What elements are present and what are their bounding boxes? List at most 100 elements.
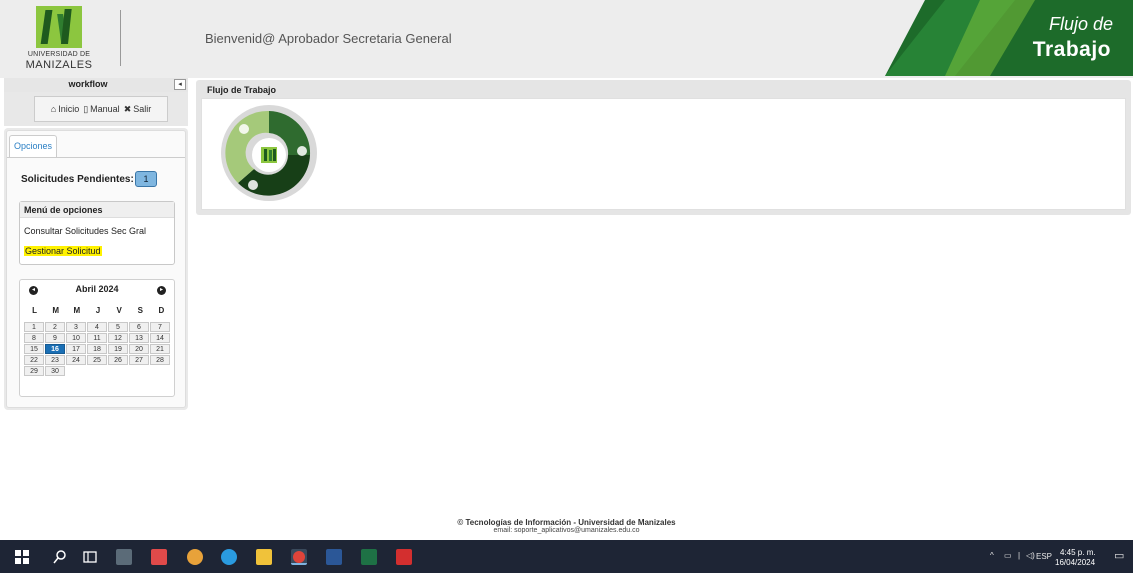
logo-text-line2: MANIZALES: [25, 59, 93, 71]
battery-icon[interactable]: |: [1018, 551, 1020, 560]
tab-divider: [7, 157, 185, 158]
calendar-day[interactable]: 2: [45, 322, 65, 332]
calendar-day[interactable]: 1: [24, 322, 44, 332]
welcome-message: Bienvenid@ Aprobador Secretaria General: [205, 31, 452, 46]
footer-email: email: soporte_aplicativos@umanizales.ed…: [493, 527, 640, 534]
calendar-day[interactable]: 12: [108, 333, 128, 343]
calendar-day[interactable]: 9: [45, 333, 65, 343]
nav-manual-link[interactable]: ▯ Manual: [83, 104, 119, 115]
calendar-day[interactable]: 7: [150, 322, 170, 332]
flujo-de-trabajo-banner: Flujo de Trabajo: [885, 0, 1133, 76]
calendar-days-grid: 1 2 3 4 5 6 7 8 9 10 11 12 13 14 15 16 17 18 19 20 21 22 23 24 2…: [24, 322, 172, 376]
left-panel: workflow ◂ ⌂ Inicio ▯ Manual ✖ Salir Opc…: [4, 78, 188, 410]
calendar-day[interactable]: 21: [150, 344, 170, 354]
weekday-label: J: [95, 306, 101, 315]
calendar-day[interactable]: 4: [87, 322, 107, 332]
university-logo: UNIVERSIDAD DE MANIZALES: [18, 6, 100, 72]
chrome-icon[interactable]: [291, 549, 307, 565]
weekday-label: S: [137, 306, 143, 315]
calendar-day[interactable]: 28: [150, 355, 170, 365]
calendar-day[interactable]: 22: [24, 355, 44, 365]
volume-icon[interactable]: ◁): [1026, 551, 1035, 560]
calendar-day[interactable]: 26: [108, 355, 128, 365]
calendar-day[interactable]: 6: [129, 322, 149, 332]
options-panel-body: Opciones Solicitudes Pendientes: 1 Menú …: [6, 130, 186, 408]
calendar-day[interactable]: 3: [66, 322, 86, 332]
footer-copyright: © Tecnologías de Información - Universid…: [457, 518, 676, 527]
nav-salir-link[interactable]: ✖ Salir: [124, 104, 152, 115]
clock-time[interactable]: 4:45 p. m.: [1060, 548, 1096, 557]
calendar-day-today[interactable]: 16: [45, 344, 65, 354]
calendar-day[interactable]: 11: [87, 333, 107, 343]
nav-inicio-label: Inicio: [58, 104, 80, 114]
file-explorer-icon[interactable]: [256, 549, 272, 565]
logo-text-line1: UNIVERSIDAD DE: [27, 51, 91, 58]
acrobat-icon[interactable]: [396, 549, 412, 565]
main-panel-title: Flujo de Trabajo: [207, 85, 277, 95]
weekday-label: D: [158, 306, 165, 315]
main-panel-body: [201, 98, 1126, 210]
calendar-day[interactable]: 13: [129, 333, 149, 343]
menu-item-gestionar-solicitud[interactable]: Gestionar Solicitud: [24, 246, 102, 256]
options-menu-title: Menú de opciones: [20, 202, 174, 218]
nav-bar: ⌂ Inicio ▯ Manual ✖ Salir: [4, 92, 188, 126]
collapse-panel-button[interactable]: ◂: [174, 79, 186, 90]
search-icon[interactable]: [52, 549, 68, 565]
university-logo-mark: [36, 6, 82, 48]
calendar-month-label: Abril 2024: [75, 284, 119, 294]
home-icon: ⌂: [50, 104, 57, 114]
main-panel: Flujo de Trabajo: [196, 80, 1131, 215]
menu-item-consultar-solicitudes[interactable]: Consultar Solicitudes Sec Gral: [24, 226, 146, 236]
calendar-day[interactable]: 10: [66, 333, 86, 343]
calendar-day[interactable]: 24: [66, 355, 86, 365]
word-icon[interactable]: [326, 549, 342, 565]
header-divider: [120, 10, 121, 66]
calendar-day[interactable]: 14: [150, 333, 170, 343]
options-menu: Menú de opciones Consultar Solicitudes S…: [19, 201, 175, 265]
calculator-icon[interactable]: [116, 549, 132, 565]
language-indicator[interactable]: ESP: [1036, 552, 1052, 561]
windows-start-icon[interactable]: [14, 549, 30, 565]
windows-taskbar: ^ ▭ | ◁) ESP 4:45 p. m. 16/04/2024 ▭: [0, 540, 1133, 573]
workflow-header: workflow ◂: [4, 78, 188, 92]
nav-manual-label: Manual: [90, 104, 120, 114]
pending-requests-label: Solicitudes Pendientes:: [21, 174, 134, 185]
calendar-next-month-icon[interactable]: ▸: [157, 286, 166, 295]
calendar: ◂ Abril 2024 ▸ L M M J V S D 1 2 3 4 5 6 7 8 9 10…: [19, 279, 175, 397]
paint-icon[interactable]: [187, 549, 203, 565]
calendar-header: ◂ Abril 2024 ▸: [20, 280, 174, 300]
pending-requests-count-button[interactable]: 1: [135, 171, 157, 187]
banner-title-line2: Trabajo: [1032, 38, 1111, 61]
document-icon: ▯: [83, 103, 89, 114]
close-icon: ✖: [123, 103, 132, 114]
calendar-day[interactable]: 27: [129, 355, 149, 365]
calendar-day[interactable]: 18: [87, 344, 107, 354]
tray-chevron-up-icon[interactable]: ^: [990, 551, 994, 560]
nav-inicio-link[interactable]: ⌂ Inicio: [51, 104, 79, 114]
task-view-icon[interactable]: [82, 549, 98, 565]
workflow-title: workflow: [68, 79, 108, 89]
banner-title-line1: Flujo de: [1048, 14, 1113, 34]
calendar-day[interactable]: 25: [87, 355, 107, 365]
calendar-day[interactable]: 17: [66, 344, 86, 354]
network-icon[interactable]: ▭: [1004, 551, 1012, 560]
workflow-cycle-graphic: [221, 105, 317, 201]
calendar-day[interactable]: 23: [45, 355, 65, 365]
calendar-day[interactable]: 30: [45, 366, 65, 376]
clock-date[interactable]: 16/04/2024: [1055, 558, 1095, 567]
edge-browser-icon[interactable]: [221, 549, 237, 565]
calendar-day[interactable]: 8: [24, 333, 44, 343]
tab-opciones[interactable]: Opciones: [9, 135, 57, 157]
calendar-day[interactable]: 29: [24, 366, 44, 376]
excel-icon[interactable]: [361, 549, 377, 565]
calendar-day[interactable]: 20: [129, 344, 149, 354]
calendar-day[interactable]: 15: [24, 344, 44, 354]
calendar-day[interactable]: 5: [108, 322, 128, 332]
options-panel: Opciones Solicitudes Pendientes: 1 Menú …: [4, 128, 188, 410]
header: UNIVERSIDAD DE MANIZALES Bienvenid@ Apro…: [0, 0, 1133, 78]
media-app-icon[interactable]: [151, 549, 167, 565]
calendar-day[interactable]: 19: [108, 344, 128, 354]
notifications-icon[interactable]: ▭: [1114, 549, 1124, 562]
nav-links: ⌂ Inicio ▯ Manual ✖ Salir: [34, 96, 168, 122]
calendar-weekdays: L M M J V S D: [24, 306, 172, 315]
